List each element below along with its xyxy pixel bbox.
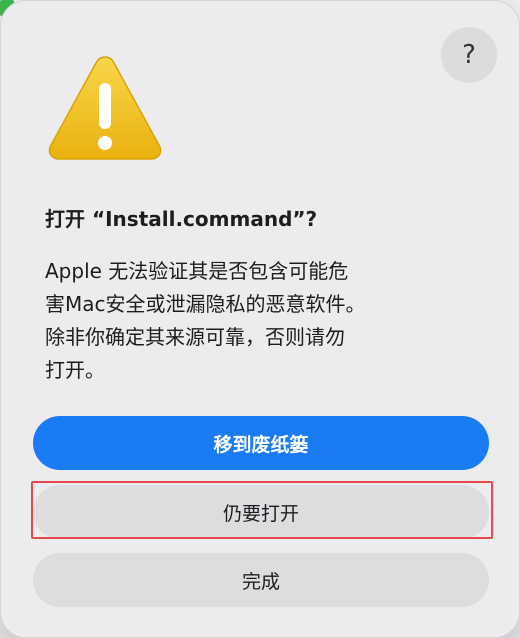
message-line: 除非你确定其来源可靠，否则请勿 [45,325,345,349]
move-to-trash-button[interactable]: 移到废纸篓 [33,416,489,470]
question-mark-icon: ? [462,40,476,70]
warning-triangle-icon [48,56,162,160]
help-button[interactable]: ? [441,27,497,83]
move-to-trash-label: 移到废纸篓 [213,433,309,456]
message-line: Apple 无法验证其是否包含可能危 [45,259,349,283]
open-anyway-label: 仍要打开 [222,502,299,525]
open-anyway-button[interactable]: 仍要打开 [33,485,489,539]
done-label: 完成 [241,570,280,593]
dialog-message: Apple 无法验证其是否包含可能危 害Mac安全或泄漏隐私的恶意软件。 除非你… [45,255,465,387]
security-alert-dialog: ? 打开 “Install.command”? Apple 无法验证其是否包含可… [0,0,520,638]
message-line: 害Mac安全或泄漏隐私的恶意软件。 [45,292,366,316]
done-button[interactable]: 完成 [33,553,489,607]
dialog-title: 打开 “Install.command”? [45,207,318,231]
message-line: 打开。 [45,358,105,382]
